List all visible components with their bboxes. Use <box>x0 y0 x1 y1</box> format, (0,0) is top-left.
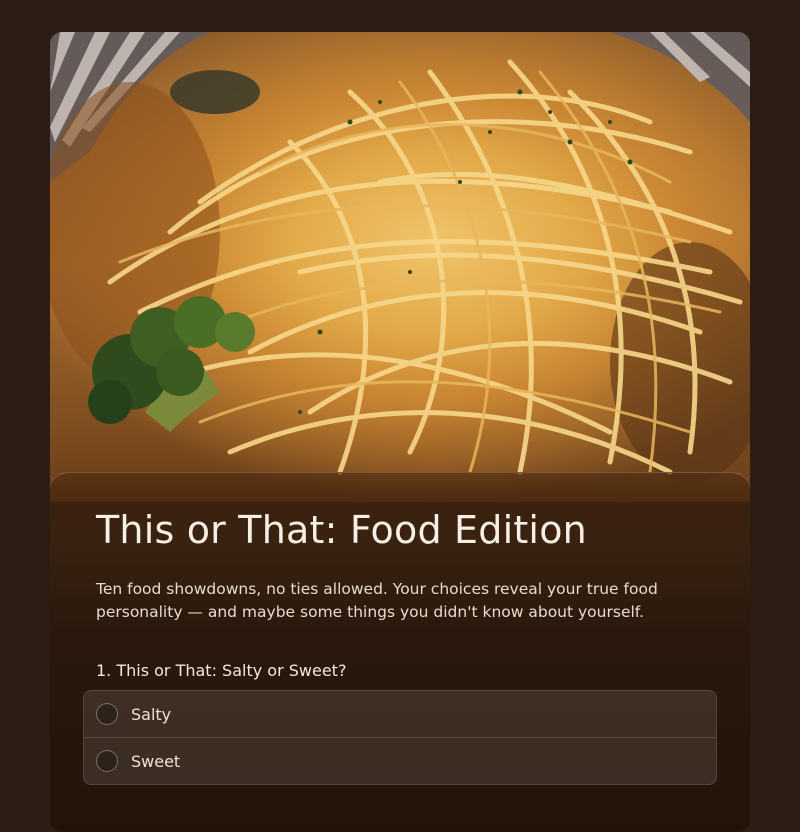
quiz-panel: This or That: Food Edition Ten food show… <box>50 472 750 832</box>
quiz-description: Ten food showdowns, no ties allowed. You… <box>96 580 658 621</box>
question-label: 1. This or That: Salty or Sweet? <box>96 661 347 680</box>
option-salty[interactable]: Salty <box>84 691 716 737</box>
radio-button[interactable] <box>96 703 118 725</box>
option-label: Salty <box>131 704 172 724</box>
radio-button[interactable] <box>96 750 118 772</box>
option-label: Sweet <box>131 751 181 771</box>
option-sweet[interactable]: Sweet <box>84 737 716 784</box>
hero-food-image <box>50 32 750 502</box>
quiz-card: This or That: Food Edition Ten food show… <box>50 32 750 832</box>
quiz-title: This or That: Food Edition <box>96 508 587 552</box>
answer-options: Salty Sweet <box>83 690 717 785</box>
spaghetti-illustration <box>50 32 750 482</box>
